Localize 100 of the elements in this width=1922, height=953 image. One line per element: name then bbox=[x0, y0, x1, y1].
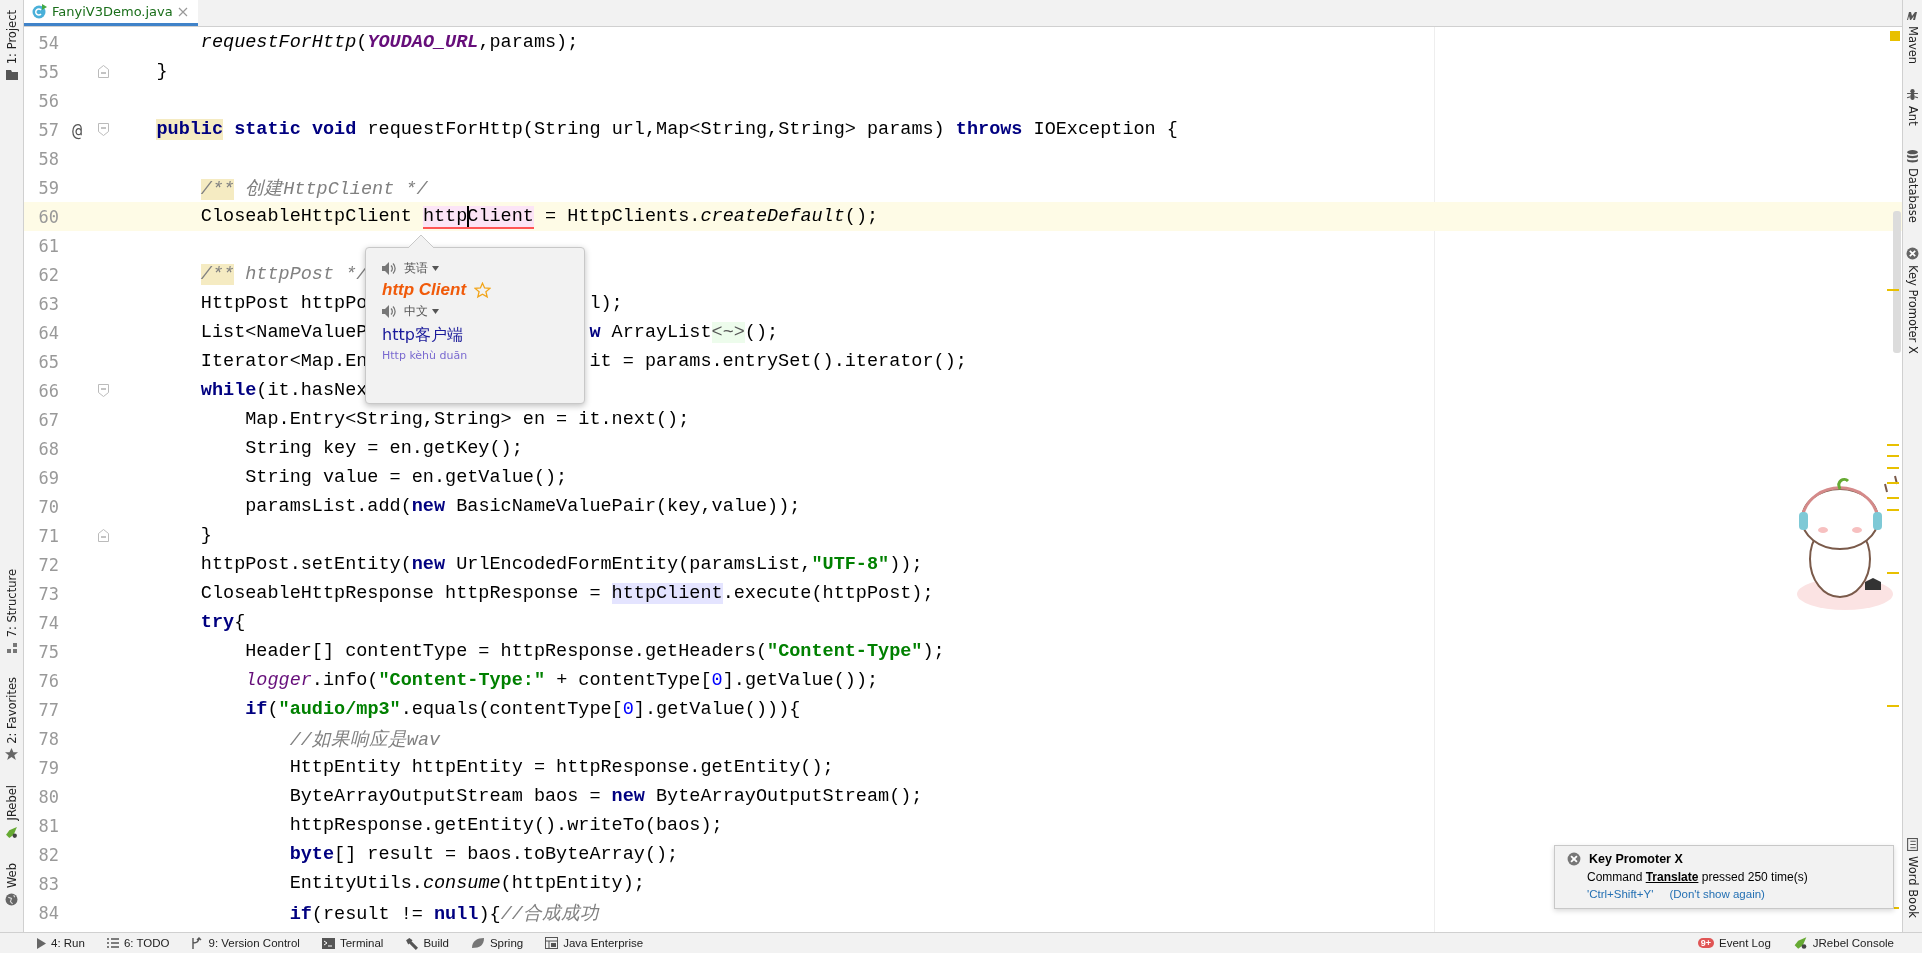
code-line: CloseableHttpResponse httpResponse = httpClient.execute(httpPost); bbox=[199, 583, 934, 604]
code-line: while(it.hasNex bbox=[199, 380, 368, 401]
line-number: 54 bbox=[37, 32, 59, 53]
speaker-icon[interactable] bbox=[382, 262, 396, 275]
book-icon bbox=[1907, 838, 1918, 852]
line-number: 78 bbox=[37, 728, 59, 749]
line-number: 66 bbox=[37, 380, 59, 401]
code-line: String value = en.getValue(); bbox=[244, 467, 568, 488]
line-number: 63 bbox=[37, 293, 59, 314]
line-number: 68 bbox=[37, 438, 59, 459]
line-number: 72 bbox=[37, 554, 59, 575]
line-number: 69 bbox=[37, 467, 59, 488]
rocket-icon bbox=[5, 825, 18, 839]
notification-link[interactable]: (Don't show again) bbox=[1669, 888, 1765, 900]
language-dropdown[interactable]: 中文 bbox=[404, 303, 439, 320]
line-number: 59 bbox=[37, 177, 59, 198]
folder-icon bbox=[5, 69, 18, 81]
terminal-icon bbox=[321, 937, 335, 949]
tool-window-button[interactable]: 1: Project bbox=[4, 10, 19, 65]
code-line: CloseableHttpClient httpClient = HttpClients.createDefault(); bbox=[199, 206, 879, 227]
language-dropdown[interactable]: 英语 bbox=[404, 260, 439, 277]
code-line: logger.info("Content-Type:" + contentType[0].getValue()); bbox=[244, 670, 879, 691]
code-line: l); bbox=[589, 293, 623, 314]
speaker-icon[interactable] bbox=[382, 305, 396, 318]
inspection-status-icon[interactable] bbox=[1890, 31, 1900, 41]
tool-window-button[interactable]: Spring bbox=[489, 937, 524, 949]
line-number: 65 bbox=[37, 351, 59, 372]
tool-window-button[interactable]: Word Book bbox=[1905, 856, 1920, 918]
tool-window-button[interactable]: Java Enterprise bbox=[563, 937, 644, 949]
code-line: public static void requestForHttp(String url,Map<String,String> params) throws IOException { bbox=[155, 119, 1178, 140]
list-icon bbox=[106, 938, 119, 948]
code-line: it = params.entrySet().iterator(); bbox=[589, 351, 967, 372]
line-number: 56 bbox=[37, 90, 59, 111]
tool-window-button[interactable]: Event Log bbox=[1719, 937, 1771, 949]
line-number: 71 bbox=[37, 525, 59, 546]
line-number: 73 bbox=[37, 583, 59, 604]
code-line: try{ bbox=[199, 612, 246, 633]
java-class-icon bbox=[32, 4, 47, 19]
tool-window-button[interactable]: 9: Version Control bbox=[208, 937, 300, 949]
line-number: 83 bbox=[37, 873, 59, 894]
tool-window-button[interactable]: 7: Structure bbox=[4, 569, 19, 638]
code-line: /** 创建HttpClient */ bbox=[199, 177, 428, 200]
line-number: 58 bbox=[37, 148, 59, 169]
line-number: 64 bbox=[37, 322, 59, 343]
tool-window-button[interactable]: Key Promoter X bbox=[1905, 264, 1920, 354]
line-number: 62 bbox=[37, 264, 59, 285]
tool-window-button[interactable]: 6: TODO bbox=[123, 937, 170, 949]
fold-marker-icon[interactable] bbox=[98, 123, 109, 136]
line-number: 75 bbox=[37, 641, 59, 662]
tool-window-button[interactable]: Maven bbox=[1905, 26, 1920, 65]
tool-window-button[interactable]: Build bbox=[423, 937, 449, 949]
code-line: byte[] result = baos.toByteArray(); bbox=[288, 844, 679, 865]
notification-link[interactable]: 'Ctrl+Shift+Y' bbox=[1587, 888, 1654, 900]
tool-window-button[interactable]: 2: Favorites bbox=[4, 676, 19, 744]
line-number: 70 bbox=[37, 496, 59, 517]
grid-icon bbox=[545, 937, 559, 949]
tool-window-button[interactable]: Ant bbox=[1905, 106, 1920, 126]
code-line: //如果响应是wav bbox=[288, 728, 441, 751]
code-line: if(result != null){//合成成功 bbox=[288, 902, 599, 925]
caret-icon bbox=[432, 266, 439, 271]
code-line: requestForHttp(YOUDAO_URL,params); bbox=[199, 32, 579, 53]
code-line: EntityUtils.consume(httpEntity); bbox=[288, 873, 645, 894]
override-marker[interactable]: @ bbox=[71, 119, 83, 140]
editor-tab[interactable]: FanyiV3Demo.java bbox=[24, 0, 198, 26]
code-line: } bbox=[199, 525, 212, 546]
line-number: 76 bbox=[37, 670, 59, 691]
tool-window-button[interactable]: JRebel Console bbox=[1812, 937, 1894, 949]
line-number: 81 bbox=[37, 815, 59, 836]
key-promoter-icon bbox=[1567, 852, 1581, 866]
key-promoter-icon bbox=[1906, 246, 1919, 260]
maven-icon bbox=[1906, 10, 1919, 21]
scrollbar-thumb[interactable] bbox=[1893, 211, 1901, 353]
line-number: 82 bbox=[37, 844, 59, 865]
play-icon bbox=[36, 937, 46, 949]
code-line: Map.Entry<String,String> en = it.next(); bbox=[244, 409, 690, 430]
line-number: 57 bbox=[37, 119, 59, 140]
fold-marker-icon[interactable] bbox=[98, 529, 109, 542]
close-icon[interactable] bbox=[177, 6, 188, 17]
ant-icon bbox=[1906, 88, 1919, 102]
line-number: 61 bbox=[37, 235, 59, 256]
tool-window-button[interactable]: JRebel bbox=[4, 785, 19, 821]
tool-window-button[interactable]: Database bbox=[1905, 167, 1920, 223]
code-line: Iterator<Map.En bbox=[199, 351, 368, 372]
star-icon bbox=[5, 748, 18, 762]
fold-marker-icon[interactable] bbox=[98, 65, 109, 78]
code-line: if("audio/mp3".equals(contentType[0].getValue())){ bbox=[244, 699, 801, 720]
code-line: String key = en.getKey(); bbox=[244, 438, 523, 459]
notification-count-badge: 9+ bbox=[1697, 938, 1714, 948]
code-line: w ArrayList<~>(); bbox=[589, 322, 779, 343]
star-icon[interactable] bbox=[474, 281, 492, 299]
line-number: 79 bbox=[37, 757, 59, 778]
tool-window-button[interactable]: Terminal bbox=[339, 937, 384, 949]
notification-message: Command Translate pressed 250 time(s) bbox=[1586, 870, 1809, 884]
tool-window-button[interactable]: 4: Run bbox=[51, 937, 85, 949]
fold-marker-icon[interactable] bbox=[98, 384, 109, 397]
code-line: httpResponse.getEntity().writeTo(baos); bbox=[288, 815, 723, 836]
tool-window-button[interactable]: Web bbox=[4, 862, 19, 888]
branch-icon bbox=[191, 937, 204, 949]
source-word: http Client bbox=[382, 280, 467, 300]
globe-icon bbox=[5, 893, 18, 906]
